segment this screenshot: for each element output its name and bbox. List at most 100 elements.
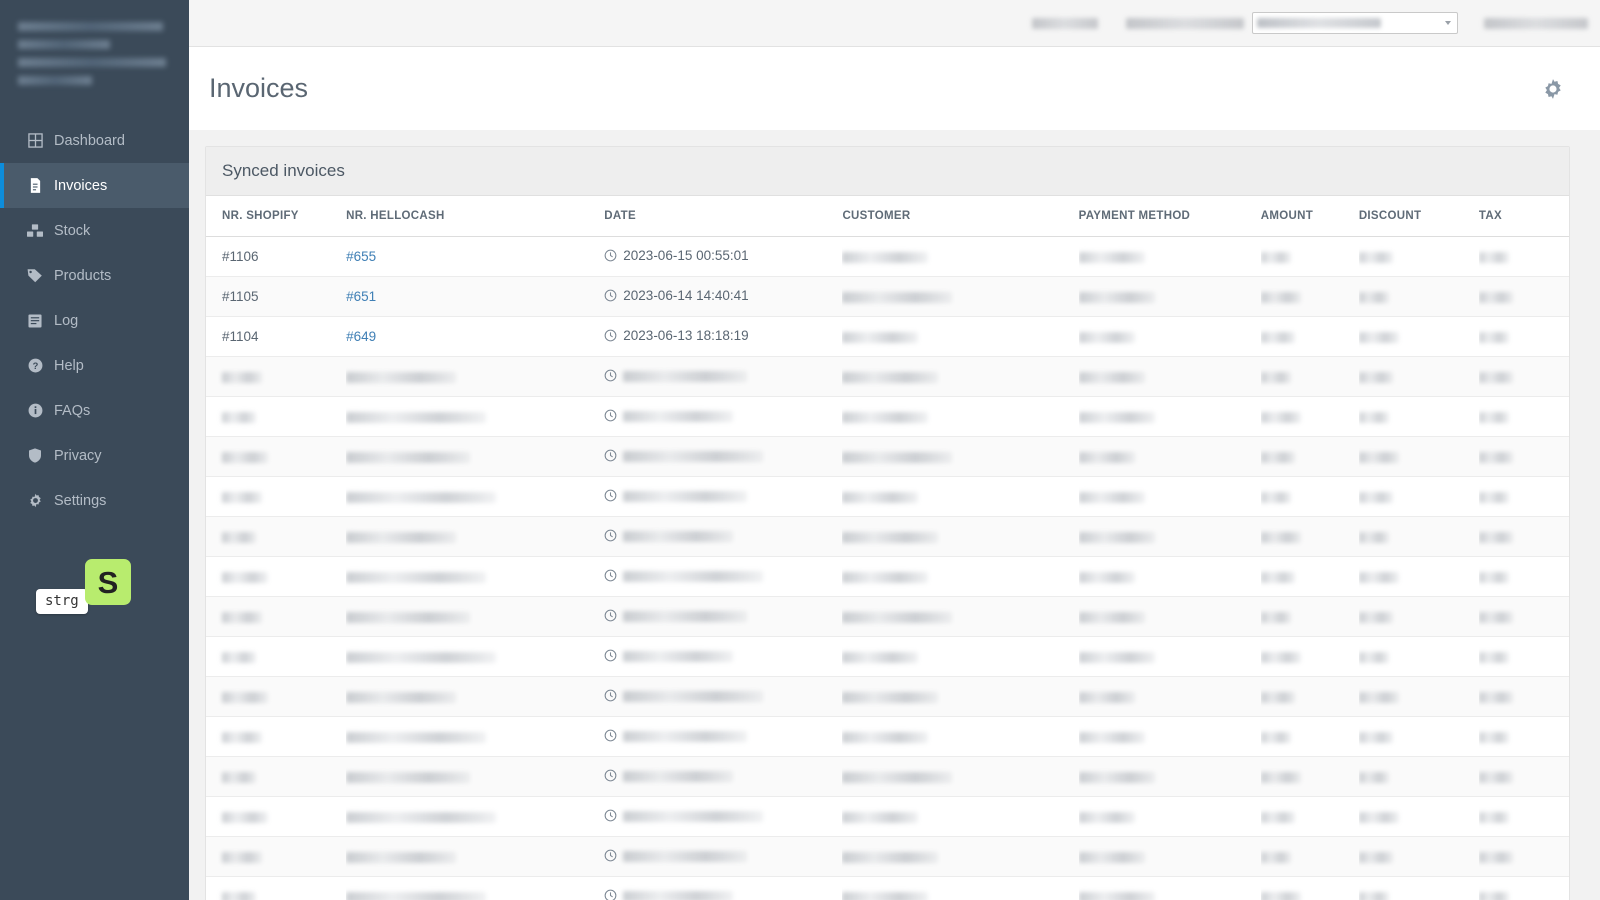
info-circle-icon [26,403,44,419]
gear-icon[interactable] [1542,78,1564,100]
cell-nr-hellocash[interactable] [346,677,604,717]
table-row[interactable] [206,877,1569,900]
sidebar-item-help[interactable]: ? Help [0,343,189,388]
cell-nr-hellocash[interactable] [346,717,604,757]
topbar-item-redacted-2[interactable] [1484,18,1588,29]
redacted-value [1359,532,1389,543]
cell-nr-hellocash[interactable] [346,797,604,837]
table-row[interactable] [206,477,1569,517]
redacted-value [623,731,747,742]
top-bar [189,0,1600,47]
cell-nr-hellocash[interactable] [346,477,604,517]
cell-nr-hellocash[interactable]: #649 [346,317,604,357]
cell-nr-hellocash[interactable] [346,877,604,900]
redacted-value [1479,892,1509,900]
shop-select[interactable] [1252,12,1458,34]
boxes-icon [26,223,44,239]
cell-payment-method [1079,437,1261,477]
column-header-amount[interactable]: AMOUNT [1261,196,1359,237]
redacted-value [1261,412,1301,423]
table-row[interactable] [206,837,1569,877]
sidebar-item-invoices[interactable]: Invoices [0,163,189,208]
table-row[interactable] [206,717,1569,757]
cell-nr-hellocash[interactable] [346,837,604,877]
table-row[interactable] [206,357,1569,397]
sidebar-item-stock[interactable]: Stock [0,208,189,253]
table-row[interactable]: #1105#6512023-06-14 14:40:41 [206,277,1569,317]
hellocash-link[interactable]: #651 [346,289,376,304]
redacted-value [842,572,928,583]
column-header-nr-hellocash[interactable]: NR. HELLOCASH [346,196,604,237]
table-row[interactable] [206,797,1569,837]
cell-discount [1359,757,1479,797]
column-header-payment-method[interactable]: PAYMENT METHOD [1079,196,1261,237]
sidebar-item-log[interactable]: Log [0,298,189,343]
cell-payment-method [1079,597,1261,637]
cell-nr-hellocash[interactable]: #655 [346,237,604,277]
sidebar-item-settings[interactable]: Settings [0,478,189,523]
cell-tax [1479,677,1569,717]
redacted-value [1479,612,1513,623]
cell-nr-hellocash[interactable] [346,397,604,437]
cell-nr-hellocash[interactable] [346,597,604,637]
content-area: Synced invoices NR. SHOPIFY NR. HELLOCAS… [189,130,1600,900]
table-row[interactable] [206,557,1569,597]
cell-nr-hellocash[interactable] [346,757,604,797]
table-row[interactable] [206,677,1569,717]
column-header-discount[interactable]: DISCOUNT [1359,196,1479,237]
table-row[interactable]: #1106#6552023-06-15 00:55:01 [206,237,1569,277]
sidebar-item-label: Dashboard [54,133,125,149]
redacted-value [222,852,262,863]
hellocash-link[interactable]: #655 [346,249,376,264]
cell-nr-hellocash[interactable] [346,557,604,597]
cell-discount [1359,557,1479,597]
cell-tax [1479,757,1569,797]
hellocash-link[interactable]: #649 [346,329,376,344]
sidebar-item-privacy[interactable]: Privacy [0,433,189,478]
column-header-tax[interactable]: TAX [1479,196,1569,237]
redacted-value [1479,852,1513,863]
cell-nr-hellocash[interactable] [346,357,604,397]
redacted-value [346,492,496,503]
table-row[interactable] [206,397,1569,437]
cell-nr-hellocash[interactable] [346,517,604,557]
table-row[interactable] [206,517,1569,557]
table-row[interactable]: #1104#6492023-06-13 18:18:19 [206,317,1569,357]
cell-customer [842,437,1078,477]
clock-icon [604,409,617,425]
cell-nr-hellocash[interactable] [346,437,604,477]
cell-date: 2023-06-13 18:18:19 [604,317,842,357]
sidebar-item-dashboard[interactable]: Dashboard [0,118,189,163]
sidebar-item-faqs[interactable]: FAQs [0,388,189,433]
redacted-value [1479,532,1513,543]
redacted-value [1359,772,1389,783]
redacted-value [1359,252,1393,263]
clock-icon [604,769,617,785]
topbar-item-redacted-1[interactable] [1032,18,1098,29]
redacted-value [1079,292,1155,303]
sidebar: Dashboard Invoices Stock [0,0,189,900]
redacted-value [346,532,456,543]
table-row[interactable] [206,757,1569,797]
cell-nr-hellocash[interactable]: #651 [346,277,604,317]
cell-date [604,477,842,517]
redacted-value [623,531,733,542]
cell-date [604,397,842,437]
cell-nr-shopify [206,717,346,757]
table-row[interactable] [206,437,1569,477]
cell-nr-hellocash[interactable] [346,637,604,677]
cell-tax [1479,437,1569,477]
redacted-value [1261,252,1291,263]
column-header-customer[interactable]: CUSTOMER [842,196,1078,237]
redacted-value [1079,572,1135,583]
cell-tax [1479,717,1569,757]
table-row[interactable] [206,597,1569,637]
column-header-date[interactable]: DATE [604,196,842,237]
table-row[interactable] [206,637,1569,677]
cell-amount [1261,877,1359,900]
redacted-value [842,452,952,463]
clock-icon [604,369,617,385]
sidebar-item-products[interactable]: Products [0,253,189,298]
redacted-value [1359,892,1389,900]
column-header-nr-shopify[interactable]: NR. SHOPIFY [206,196,346,237]
